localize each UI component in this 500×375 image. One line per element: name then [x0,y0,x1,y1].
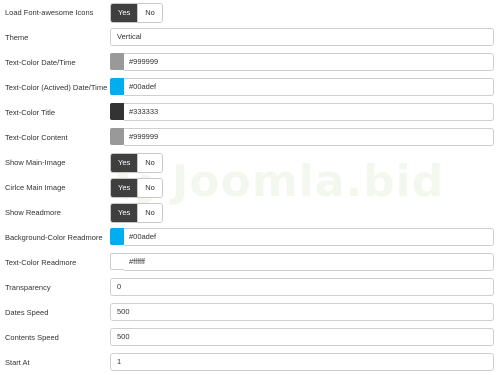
text-color-actived-input[interactable]: #00adef [124,78,494,96]
text-color-actived-label: Text-Color (Actived) Date/Time [5,83,108,92]
text-color-content-label: Text-Color Content [5,133,68,142]
start-at-input[interactable]: 1 [110,353,494,371]
text-color-datetime-swatch[interactable] [110,53,125,70]
show-main-image-toggle[interactable]: Yes No [110,153,163,173]
text-color-actived-swatch[interactable] [110,78,125,95]
dates-speed-input[interactable]: 500 [110,303,494,321]
contents-speed-label: Contents Speed [5,333,59,342]
text-color-title-label: Text-Color Title [5,108,56,117]
load-icons-toggle[interactable]: Yes No [110,3,163,23]
circle-main-image-no-button[interactable]: No [137,179,162,197]
transparency-input[interactable]: 0 [110,278,494,296]
show-main-image-yes-button[interactable]: Yes [111,154,138,172]
load-icons-yes-button[interactable]: Yes [111,4,138,22]
row-text-color-content: Text-Color Content #999999 [0,125,500,150]
show-readmore-no-button[interactable]: No [137,204,162,222]
bg-color-readmore-swatch[interactable] [110,228,125,245]
load-icons-no-button[interactable]: No [137,4,162,22]
row-contents-speed: Contents Speed 500 [0,325,500,350]
contents-speed-input[interactable]: 500 [110,328,494,346]
text-color-datetime-input[interactable]: #999999 [124,53,494,71]
show-readmore-toggle[interactable]: Yes No [110,203,163,223]
load-icons-label: Load Font-awesome Icons [5,8,94,17]
start-at-label: Start At [5,358,30,367]
dates-speed-label: Dates Speed [5,308,49,317]
show-main-image-label: Show Main-Image [5,158,66,167]
row-bg-color-readmore: Background-Color Readmore #00adef [0,225,500,250]
text-color-datetime-label: Text-Color Date/Time [5,58,76,67]
circle-main-image-yes-button[interactable]: Yes [111,179,138,197]
row-text-color-datetime: Text-Color Date/Time #999999 [0,50,500,75]
circle-main-image-label: Cirlce Main Image [5,183,66,192]
text-color-title-input[interactable]: #333333 [124,103,494,121]
text-color-readmore-input[interactable]: #ffffff [124,253,494,271]
bg-color-readmore-label: Background-Color Readmore [5,233,103,242]
row-text-color-title: Text-Color Title #333333 [0,100,500,125]
text-color-readmore-label: Text-Color Readmore [5,258,77,267]
text-color-readmore-swatch[interactable] [110,253,125,270]
row-start-at: Start At 1 [0,350,500,375]
row-transparency: Transparency 0 [0,275,500,300]
circle-main-image-toggle[interactable]: Yes No [110,178,163,198]
show-readmore-label: Show Readmore [5,208,61,217]
row-load-icons: Load Font-awesome Icons Yes No [0,0,500,25]
row-text-color-readmore: Text-Color Readmore #ffffff [0,250,500,275]
row-circle-main-image: Cirlce Main Image Yes No [0,175,500,200]
text-color-content-input[interactable]: #999999 [124,128,494,146]
row-theme: Theme Vertical [0,25,500,50]
theme-label: Theme [5,33,29,42]
show-readmore-yes-button[interactable]: Yes [111,204,138,222]
transparency-label: Transparency [5,283,51,292]
text-color-content-swatch[interactable] [110,128,125,145]
row-show-readmore: Show Readmore Yes No [0,200,500,225]
show-main-image-no-button[interactable]: No [137,154,162,172]
row-text-color-actived: Text-Color (Actived) Date/Time #00adef [0,75,500,100]
theme-select[interactable]: Vertical [110,28,494,46]
row-dates-speed: Dates Speed 500 [0,300,500,325]
text-color-title-swatch[interactable] [110,103,125,120]
row-show-main-image: Show Main-Image Yes No [0,150,500,175]
bg-color-readmore-input[interactable]: #00adef [124,228,494,246]
